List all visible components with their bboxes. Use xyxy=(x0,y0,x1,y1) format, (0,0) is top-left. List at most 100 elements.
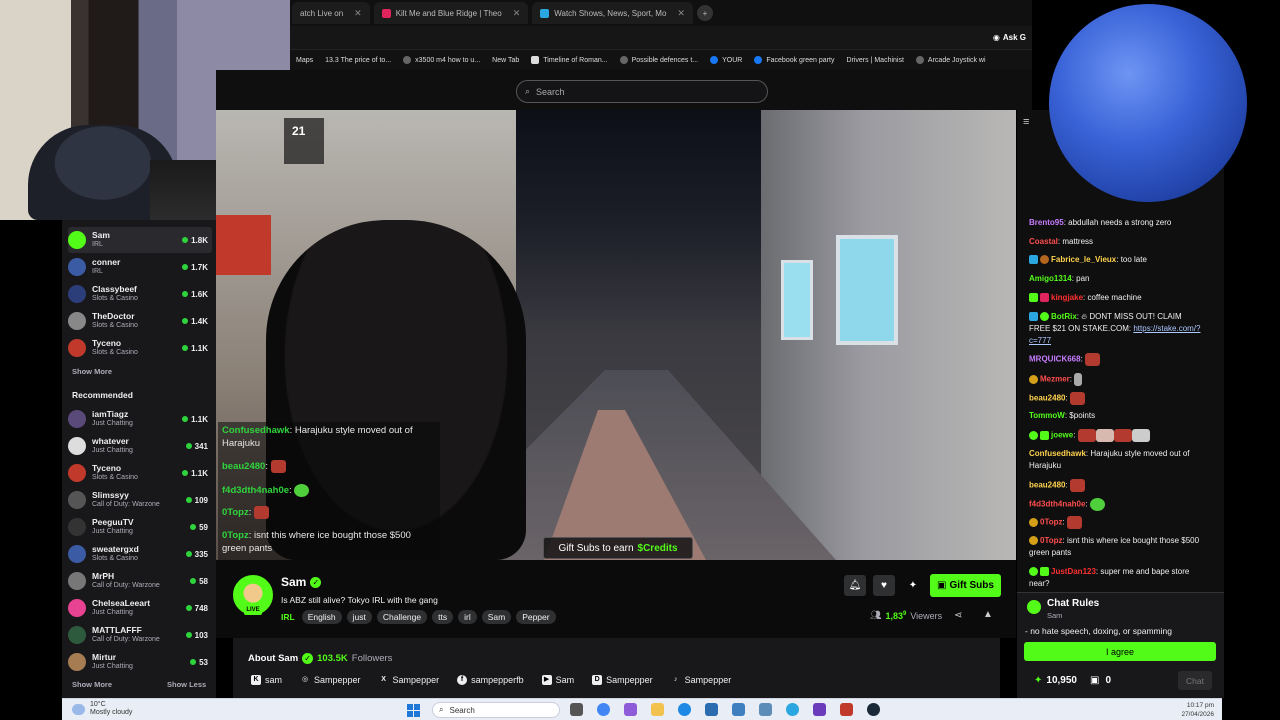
bookmark[interactable]: Possible defences t... xyxy=(619,56,698,64)
ask-button[interactable]: ◉ Ask G xyxy=(993,33,1026,42)
sidebar-channel-whatever[interactable]: whatever Just Chatting 341 xyxy=(68,433,212,459)
task-view-icon[interactable] xyxy=(570,703,583,716)
chat-username[interactable]: Fabrice_le_Vieux xyxy=(1051,255,1116,264)
gifts-count[interactable]: ▣ 0 xyxy=(1090,675,1111,686)
sidebar-channel-sam[interactable]: Sam IRL 1.8K xyxy=(68,227,212,253)
social-link-discord[interactable]: D Sampepper xyxy=(592,675,653,685)
chat-username[interactable]: Amigo1314 xyxy=(1029,274,1072,283)
windows-start-icon[interactable] xyxy=(407,704,420,717)
close-icon[interactable]: ✕ xyxy=(677,8,685,19)
chat-username[interactable]: MRQUICK668 xyxy=(1029,355,1081,364)
emote-icon xyxy=(1131,429,1150,442)
close-icon[interactable]: ✕ xyxy=(354,8,362,19)
sidebar-channel-conner[interactable]: conner IRL 1.7K xyxy=(68,254,212,280)
bookmark[interactable]: Arcade Joystick wi xyxy=(915,56,986,64)
sidebar-channel-thedoctor[interactable]: TheDoctor Slots & Casino 1.4K xyxy=(68,308,212,334)
edge-icon[interactable] xyxy=(678,703,691,716)
send-chat-button[interactable]: Chat xyxy=(1178,671,1212,690)
app-icon[interactable] xyxy=(813,703,826,716)
channel-points[interactable]: ✦ 10,950 xyxy=(1034,675,1077,686)
gift-subs-banner[interactable]: Gift Subs to earn $Credits xyxy=(543,537,693,559)
sidebar-channel-slimssyy[interactable]: Slimssyy Call of Duty: Warzone 109 xyxy=(68,487,212,513)
tag[interactable]: Pepper xyxy=(516,610,556,624)
sidebar-channel-mattlafff[interactable]: MATTLAFFF Call of Duty: Warzone 103 xyxy=(68,622,212,648)
chat-username[interactable]: Mezmer xyxy=(1040,375,1070,384)
bookmark[interactable]: Facebook green party xyxy=(754,56,834,64)
bookmark[interactable]: New Tab xyxy=(492,57,519,64)
file-explorer-icon[interactable] xyxy=(651,703,664,716)
social-link-kick[interactable]: Ksam xyxy=(251,675,282,685)
browser-tab-2[interactable]: Kilt Me and Blue Ridge | Theo ✕ xyxy=(373,2,529,24)
sidebar-channel-peeguutv[interactable]: PeeguuTV Just Chatting 59 xyxy=(68,514,212,540)
sidebar-channel-tyceno-rec[interactable]: Tyceno Slots & Casino 1.1K xyxy=(68,460,212,486)
sidebar-channel-chelsealeeart[interactable]: ChelseaLeeart Just Chatting 748 xyxy=(68,595,212,621)
report-icon[interactable]: ▲ xyxy=(983,609,993,620)
chat-menu-icon[interactable]: ≡ xyxy=(1023,116,1029,128)
follow-button[interactable]: ♥ xyxy=(873,575,895,596)
chat-username[interactable]: BotRix xyxy=(1051,312,1077,321)
chrome-icon[interactable] xyxy=(597,703,610,716)
bookmark[interactable]: Timeline of Roman... xyxy=(531,56,608,64)
tag[interactable]: just xyxy=(346,610,372,624)
store-icon[interactable] xyxy=(732,703,745,716)
tag[interactable]: English xyxy=(301,610,342,624)
share-icon[interactable]: ⋖ xyxy=(954,610,962,621)
notification-bell-button[interactable]: 🔔︎ xyxy=(844,575,866,596)
gift-subs-button[interactable]: ▣ Gift Subs xyxy=(930,574,1001,597)
bookmark[interactable]: Maps xyxy=(296,57,313,64)
show-more-recommended-link[interactable]: Show More xyxy=(72,680,112,689)
chat-username[interactable]: 0Topz xyxy=(1040,536,1063,545)
streamer-name[interactable]: Sam ✓ xyxy=(281,575,322,589)
chat-username[interactable]: 0Topz xyxy=(1040,518,1063,527)
search-input[interactable]: ⌕ Search xyxy=(516,80,768,103)
bookmark[interactable]: 13.3 The price of to... xyxy=(325,57,391,64)
tag[interactable]: Sam xyxy=(481,610,512,624)
telegram-icon[interactable] xyxy=(786,703,799,716)
sidebar-channel-mirtur[interactable]: Mirtur Just Chatting 53 xyxy=(68,649,212,675)
tag[interactable]: tts xyxy=(432,610,454,624)
sparkle-button[interactable]: ✦ xyxy=(902,575,924,596)
social-link-facebook[interactable]: f sampepperfb xyxy=(457,675,524,685)
close-icon[interactable]: ✕ xyxy=(513,8,521,19)
chat-username[interactable]: beau2480 xyxy=(1029,481,1065,490)
chat-username[interactable]: JustDan123 xyxy=(1051,567,1096,576)
chat-username[interactable]: Confusedhawk xyxy=(1029,449,1086,458)
social-link-youtube[interactable]: ▶ Sam xyxy=(541,675,574,685)
app-icon[interactable] xyxy=(840,703,853,716)
tag[interactable]: irl xyxy=(458,610,477,624)
taskbar-search-input[interactable]: ⌕ Search xyxy=(432,702,560,718)
app-icon[interactable] xyxy=(759,703,772,716)
chat-username[interactable]: f4d3dth4nah0e xyxy=(1029,500,1085,509)
chat-username[interactable]: kingjake xyxy=(1051,293,1083,302)
taskbar-clock[interactable]: 10:17 pm 27/04/2026 xyxy=(1170,701,1214,719)
chat-username[interactable]: Brento95 xyxy=(1029,218,1064,227)
sidebar-channel-sweatergxd[interactable]: sweatergxd Slots & Casino 335 xyxy=(68,541,212,567)
stream-category-link[interactable]: IRL xyxy=(281,612,295,622)
sidebar-channel-classybeef[interactable]: Classybeef Slots & Casino 1.6K xyxy=(68,281,212,307)
agree-button[interactable]: I agree xyxy=(1024,642,1216,661)
browser-tab-3[interactable]: Watch Shows, News, Sport, Mo ✕ xyxy=(532,2,693,24)
sidebar-channel-iamtiagz[interactable]: iamTiagz Just Chatting 1.1K xyxy=(68,406,212,432)
chat-username[interactable]: Coastal xyxy=(1029,237,1058,246)
chat-username[interactable]: joewe xyxy=(1051,431,1073,440)
bookmark[interactable]: Drivers | Machinist xyxy=(846,57,903,64)
sidebar-channel-tyceno[interactable]: Tyceno Slots & Casino 1.1K xyxy=(68,335,212,361)
app-icon[interactable] xyxy=(624,703,637,716)
sidebar-channel-mrph[interactable]: MrPH Call of Duty: Warzone 58 xyxy=(68,568,212,594)
browser-tab-1[interactable]: atch Live on ✕ xyxy=(292,2,370,24)
tag[interactable]: Challenge xyxy=(376,610,428,624)
weather-widget[interactable]: 10°C Mostly cloudy xyxy=(72,701,132,717)
social-link-x[interactable]: X Sampepper xyxy=(379,675,439,685)
overlay-message: 0Topz: xyxy=(222,506,436,519)
steam-icon[interactable] xyxy=(867,703,880,716)
social-link-instagram[interactable]: ◎ Sampepper xyxy=(300,675,361,685)
chat-username[interactable]: beau2480 xyxy=(1029,394,1065,403)
show-less-link[interactable]: Show Less xyxy=(167,680,206,689)
bookmark[interactable]: x3500 m4 how to u... xyxy=(403,56,480,64)
bookmark[interactable]: YOUR xyxy=(710,56,742,64)
chat-username[interactable]: TommoW xyxy=(1029,411,1065,420)
mail-icon[interactable] xyxy=(705,703,718,716)
show-more-following-link[interactable]: Show More xyxy=(72,367,112,376)
social-link-tiktok[interactable]: ♪ Sampepper xyxy=(671,675,731,685)
new-tab-button[interactable]: + xyxy=(696,5,713,21)
